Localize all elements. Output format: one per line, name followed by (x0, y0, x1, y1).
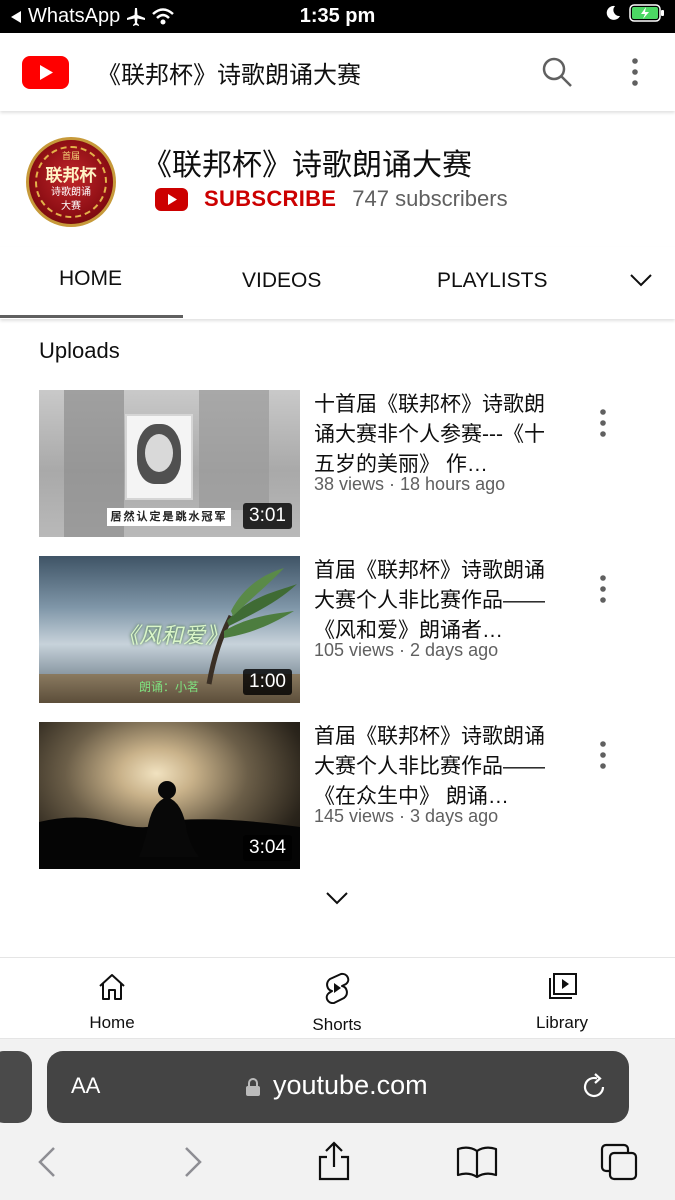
browser-back-icon[interactable] (36, 1145, 58, 1179)
youtube-header: 《联邦杯》诗歌朗诵大赛 (0, 33, 675, 111)
channel-avatar: 首届 联邦杯 诗歌朗诵 大赛 (26, 137, 116, 227)
lock-icon (246, 1078, 260, 1096)
video-more-icon[interactable] (597, 740, 609, 770)
text-size-button[interactable]: AA (71, 1073, 100, 1099)
video-title[interactable]: 首届《联邦杯》诗歌朗诵大赛个人非比赛作品——《风和爱》朗诵者… (314, 556, 564, 646)
safari-toolbar: AA youtube.com (0, 1039, 675, 1200)
subscribe-row: SUBSCRIBE 747 subscribers (155, 186, 508, 212)
status-bar: WhatsApp 1:35 pm (0, 0, 675, 33)
video-thumbnail[interactable]: 3:04 (39, 722, 300, 869)
nav-library[interactable]: Library (502, 972, 622, 1033)
search-icon[interactable] (541, 56, 573, 88)
video-thumbnail[interactable]: 《风和爱》 朗诵：小茗 1:00 (39, 556, 300, 703)
channel-tabs: HOME VIDEOS PLAYLISTS (0, 247, 675, 319)
bottom-navigation: Home Shorts Library (0, 957, 675, 1039)
photo-frame (125, 414, 193, 500)
youtube-small-logo-icon (155, 187, 188, 211)
nav-shorts[interactable]: Shorts (277, 972, 397, 1035)
video-meta: 145 views · 3 days ago (314, 806, 499, 826)
text-size-label: AA (71, 1073, 101, 1098)
tab-videos[interactable]: VIDEOS (242, 269, 321, 293)
video-title[interactable]: 首届《联邦杯》诗歌朗诵大赛个人非比赛作品——《在众生中》 朗诵… (314, 722, 564, 812)
uploads-section-title: Uploads (39, 338, 120, 363)
tabs-icon[interactable] (600, 1143, 640, 1183)
tabs-dropdown-chevron-icon[interactable] (630, 273, 652, 287)
address-bar[interactable]: AA youtube.com (47, 1051, 629, 1123)
bookmarks-icon[interactable] (456, 1145, 498, 1179)
video-thumbnail[interactable]: 居然认定是跳水冠军 3:01 (39, 390, 300, 537)
thumbnail-caption: 居然认定是跳水冠军 (107, 508, 231, 526)
browser-forward-icon[interactable] (182, 1145, 204, 1179)
avatar-text-line3: 大赛 (61, 201, 81, 212)
share-icon[interactable] (317, 1141, 351, 1181)
nav-shorts-label: Shorts (312, 1015, 362, 1034)
video-duration: 3:04 (243, 835, 292, 861)
battery-charging-icon (629, 4, 664, 22)
thumbnail-caption: 《风和爱》 (117, 623, 228, 648)
clock: 1:35 pm (299, 5, 376, 27)
moon-icon (606, 5, 620, 20)
tab-home[interactable]: HOME (59, 267, 122, 291)
video-more-icon[interactable] (597, 408, 609, 438)
video-item[interactable]: 居然认定是跳水冠军 3:01 十首届《联邦杯》诗歌朗诵大赛非个人参赛---《十五… (39, 390, 639, 538)
home-icon (99, 974, 125, 1000)
nav-library-label: Library (536, 1013, 588, 1032)
video-more-icon[interactable] (597, 574, 609, 604)
video-title[interactable]: 十首届《联邦杯》诗歌朗诵大赛非个人参赛---《十五岁的美丽》 作… (314, 390, 564, 480)
shorts-icon (325, 972, 350, 1005)
video-meta: 38 views · 18 hours ago (314, 474, 506, 494)
nav-home[interactable]: Home (52, 972, 172, 1033)
video-item[interactable]: 3:04 首届《联邦杯》诗歌朗诵大赛个人非比赛作品——《在众生中》 朗诵… 14… (39, 722, 639, 870)
expand-more-chevron-icon[interactable] (323, 888, 351, 908)
subscribe-button[interactable]: SUBSCRIBE (204, 186, 336, 212)
reload-icon[interactable] (581, 1073, 609, 1101)
url-text: youtube.com (273, 1070, 428, 1100)
video-meta: 105 views · 2 days ago (314, 640, 499, 660)
active-tab-indicator (0, 315, 183, 318)
channel-name: 《联邦杯》诗歌朗诵大赛 (142, 149, 472, 182)
library-icon (549, 973, 577, 999)
video-item[interactable]: 《风和爱》 朗诵：小茗 1:00 首届《联邦杯》诗歌朗诵大赛个人非比赛作品——《… (39, 556, 639, 704)
video-duration: 1:00 (243, 669, 292, 695)
more-options-icon[interactable] (630, 57, 640, 87)
previous-tab-preview[interactable] (0, 1051, 32, 1123)
thumbnail-subcaption: 朗诵：小茗 (139, 680, 200, 694)
nav-home-label: Home (89, 1013, 135, 1032)
tab-playlists[interactable]: PLAYLISTS (437, 269, 548, 293)
video-duration: 3:01 (243, 503, 292, 529)
youtube-logo-icon[interactable] (22, 56, 69, 89)
header-title: 《联邦杯》诗歌朗诵大赛 (97, 62, 361, 89)
avatar-text-line2: 诗歌朗诵 (51, 187, 91, 198)
subscriber-count: 747 subscribers (352, 186, 508, 211)
